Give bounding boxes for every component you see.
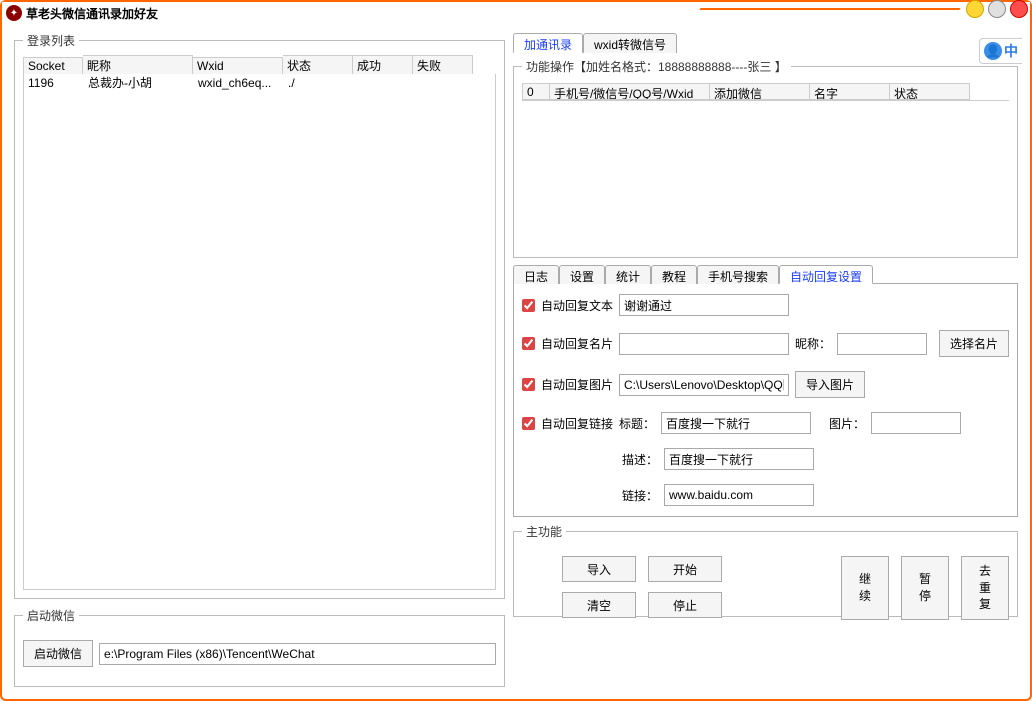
- start-wechat-group: 启动微信 启动微信: [14, 607, 505, 687]
- op-col-name[interactable]: 名字: [810, 83, 890, 100]
- table-row[interactable]: 1196 总裁办-小胡 wxid_ch6eq... ./: [24, 74, 495, 91]
- clear-button[interactable]: 清空: [562, 592, 636, 618]
- start-wechat-legend: 启动微信: [23, 607, 79, 624]
- operation-legend: 功能操作【加姓名格式：18888888888----张三 】: [522, 58, 791, 75]
- col-fail[interactable]: 失败: [413, 55, 473, 76]
- op-col-status[interactable]: 状态: [890, 83, 970, 100]
- link-desc-label: 描述：: [622, 451, 658, 468]
- autoreply-link-checkbox[interactable]: [522, 417, 535, 430]
- autoreply-text-input[interactable]: [619, 294, 789, 316]
- start-wechat-button[interactable]: 启动微信: [23, 640, 93, 667]
- link-title-input[interactable]: [661, 412, 811, 434]
- cell-success: [354, 82, 414, 84]
- op-col-phone[interactable]: 手机号/微信号/QQ号/Wxid: [550, 83, 710, 100]
- autoreply-link-label: 自动回复链接: [541, 415, 613, 432]
- main-funcs-legend: 主功能: [522, 523, 566, 540]
- import-img-button[interactable]: 导入图片: [795, 371, 865, 398]
- nick-label: 昵称：: [795, 335, 831, 352]
- wechat-path-input[interactable]: [99, 643, 496, 665]
- tab-phone-search[interactable]: 手机号搜索: [697, 265, 779, 284]
- tab-stats[interactable]: 统计: [605, 265, 651, 284]
- autoreply-panel: 自动回复文本 自动回复名片 昵称： 选择名片 自动回复图片: [513, 284, 1018, 517]
- op-col-idx[interactable]: 0: [522, 83, 550, 100]
- tab-contacts[interactable]: 加通讯录: [513, 33, 583, 53]
- autoreply-card-checkbox[interactable]: [522, 337, 535, 350]
- login-list-group: 登录列表 Socket 眤称 Wxid 状态 成功 失败 1196 总裁办-小胡…: [14, 32, 505, 599]
- tab-tutorial[interactable]: 教程: [651, 265, 697, 284]
- link-url-input[interactable]: [664, 484, 814, 506]
- stop-button[interactable]: 停止: [648, 592, 722, 618]
- main-funcs-group: 主功能 导入 清空 开始 停止 继 续 暂 停 去 重 复: [513, 523, 1018, 617]
- autoreply-card-input[interactable]: [619, 333, 789, 355]
- nick-input[interactable]: [837, 333, 927, 355]
- autoreply-text-checkbox[interactable]: [522, 299, 535, 312]
- link-title-label: 标题：: [619, 415, 655, 432]
- cell-socket: 1196: [24, 75, 84, 91]
- login-list-legend: 登录列表: [23, 32, 79, 49]
- op-table-body[interactable]: [522, 100, 1009, 101]
- login-table-body[interactable]: 1196 总裁办-小胡 wxid_ch6eq... ./: [23, 74, 496, 590]
- titlebar: ✦ 草老头微信通讯录加好友: [2, 2, 1030, 24]
- autoreply-img-checkbox[interactable]: [522, 378, 535, 391]
- autoreply-img-label: 自动回复图片: [541, 376, 613, 393]
- autoreply-img-input[interactable]: [619, 374, 789, 396]
- maximize-button[interactable]: [988, 0, 1006, 18]
- tab-settings[interactable]: 设置: [559, 265, 605, 284]
- app-icon: ✦: [6, 5, 22, 21]
- sub-tabs: 日志 设置 统计 教程 手机号搜索 自动回复设置: [513, 264, 1018, 284]
- import-button[interactable]: 导入: [562, 556, 636, 582]
- close-button[interactable]: [1010, 0, 1028, 18]
- op-col-add[interactable]: 添加微信: [710, 83, 810, 100]
- autoreply-card-label: 自动回复名片: [541, 335, 613, 352]
- col-nick[interactable]: 眤称: [83, 55, 193, 76]
- col-status[interactable]: 状态: [283, 55, 353, 76]
- link-img-input[interactable]: [871, 412, 961, 434]
- link-img-label: 图片：: [829, 415, 865, 432]
- pause-button[interactable]: 暂 停: [901, 556, 949, 620]
- col-socket[interactable]: Socket: [23, 57, 83, 75]
- cell-nick: 总裁办-小胡: [84, 74, 194, 92]
- operation-group: 功能操作【加姓名格式：18888888888----张三 】 0 手机号/微信号…: [513, 58, 1018, 258]
- link-desc-input[interactable]: [664, 448, 814, 470]
- cell-fail: [414, 82, 474, 84]
- tab-wxid-convert[interactable]: wxid转微信号: [583, 33, 677, 53]
- cell-wxid: wxid_ch6eq...: [194, 75, 284, 91]
- autoreply-text-label: 自动回复文本: [541, 297, 613, 314]
- minimize-button[interactable]: [966, 0, 984, 18]
- select-card-button[interactable]: 选择名片: [939, 330, 1009, 357]
- tab-log[interactable]: 日志: [513, 265, 559, 284]
- start-button[interactable]: 开始: [648, 556, 722, 582]
- cell-status: ./: [284, 75, 354, 91]
- dedupe-button[interactable]: 去 重 复: [961, 556, 1009, 620]
- col-wxid[interactable]: Wxid: [193, 57, 283, 75]
- tab-autoreply[interactable]: 自动回复设置: [779, 265, 873, 284]
- col-success[interactable]: 成功: [353, 55, 413, 76]
- link-url-label: 链接：: [622, 487, 658, 504]
- continue-button[interactable]: 继 续: [841, 556, 889, 620]
- login-table-header: Socket 眤称 Wxid 状态 成功 失败: [23, 57, 496, 74]
- top-tabs: 加通讯录 wxid转微信号: [513, 32, 1018, 52]
- window-title: 草老头微信通讯录加好友: [26, 5, 158, 22]
- op-table-header: 0 手机号/微信号/QQ号/Wxid 添加微信 名字 状态: [522, 83, 1009, 100]
